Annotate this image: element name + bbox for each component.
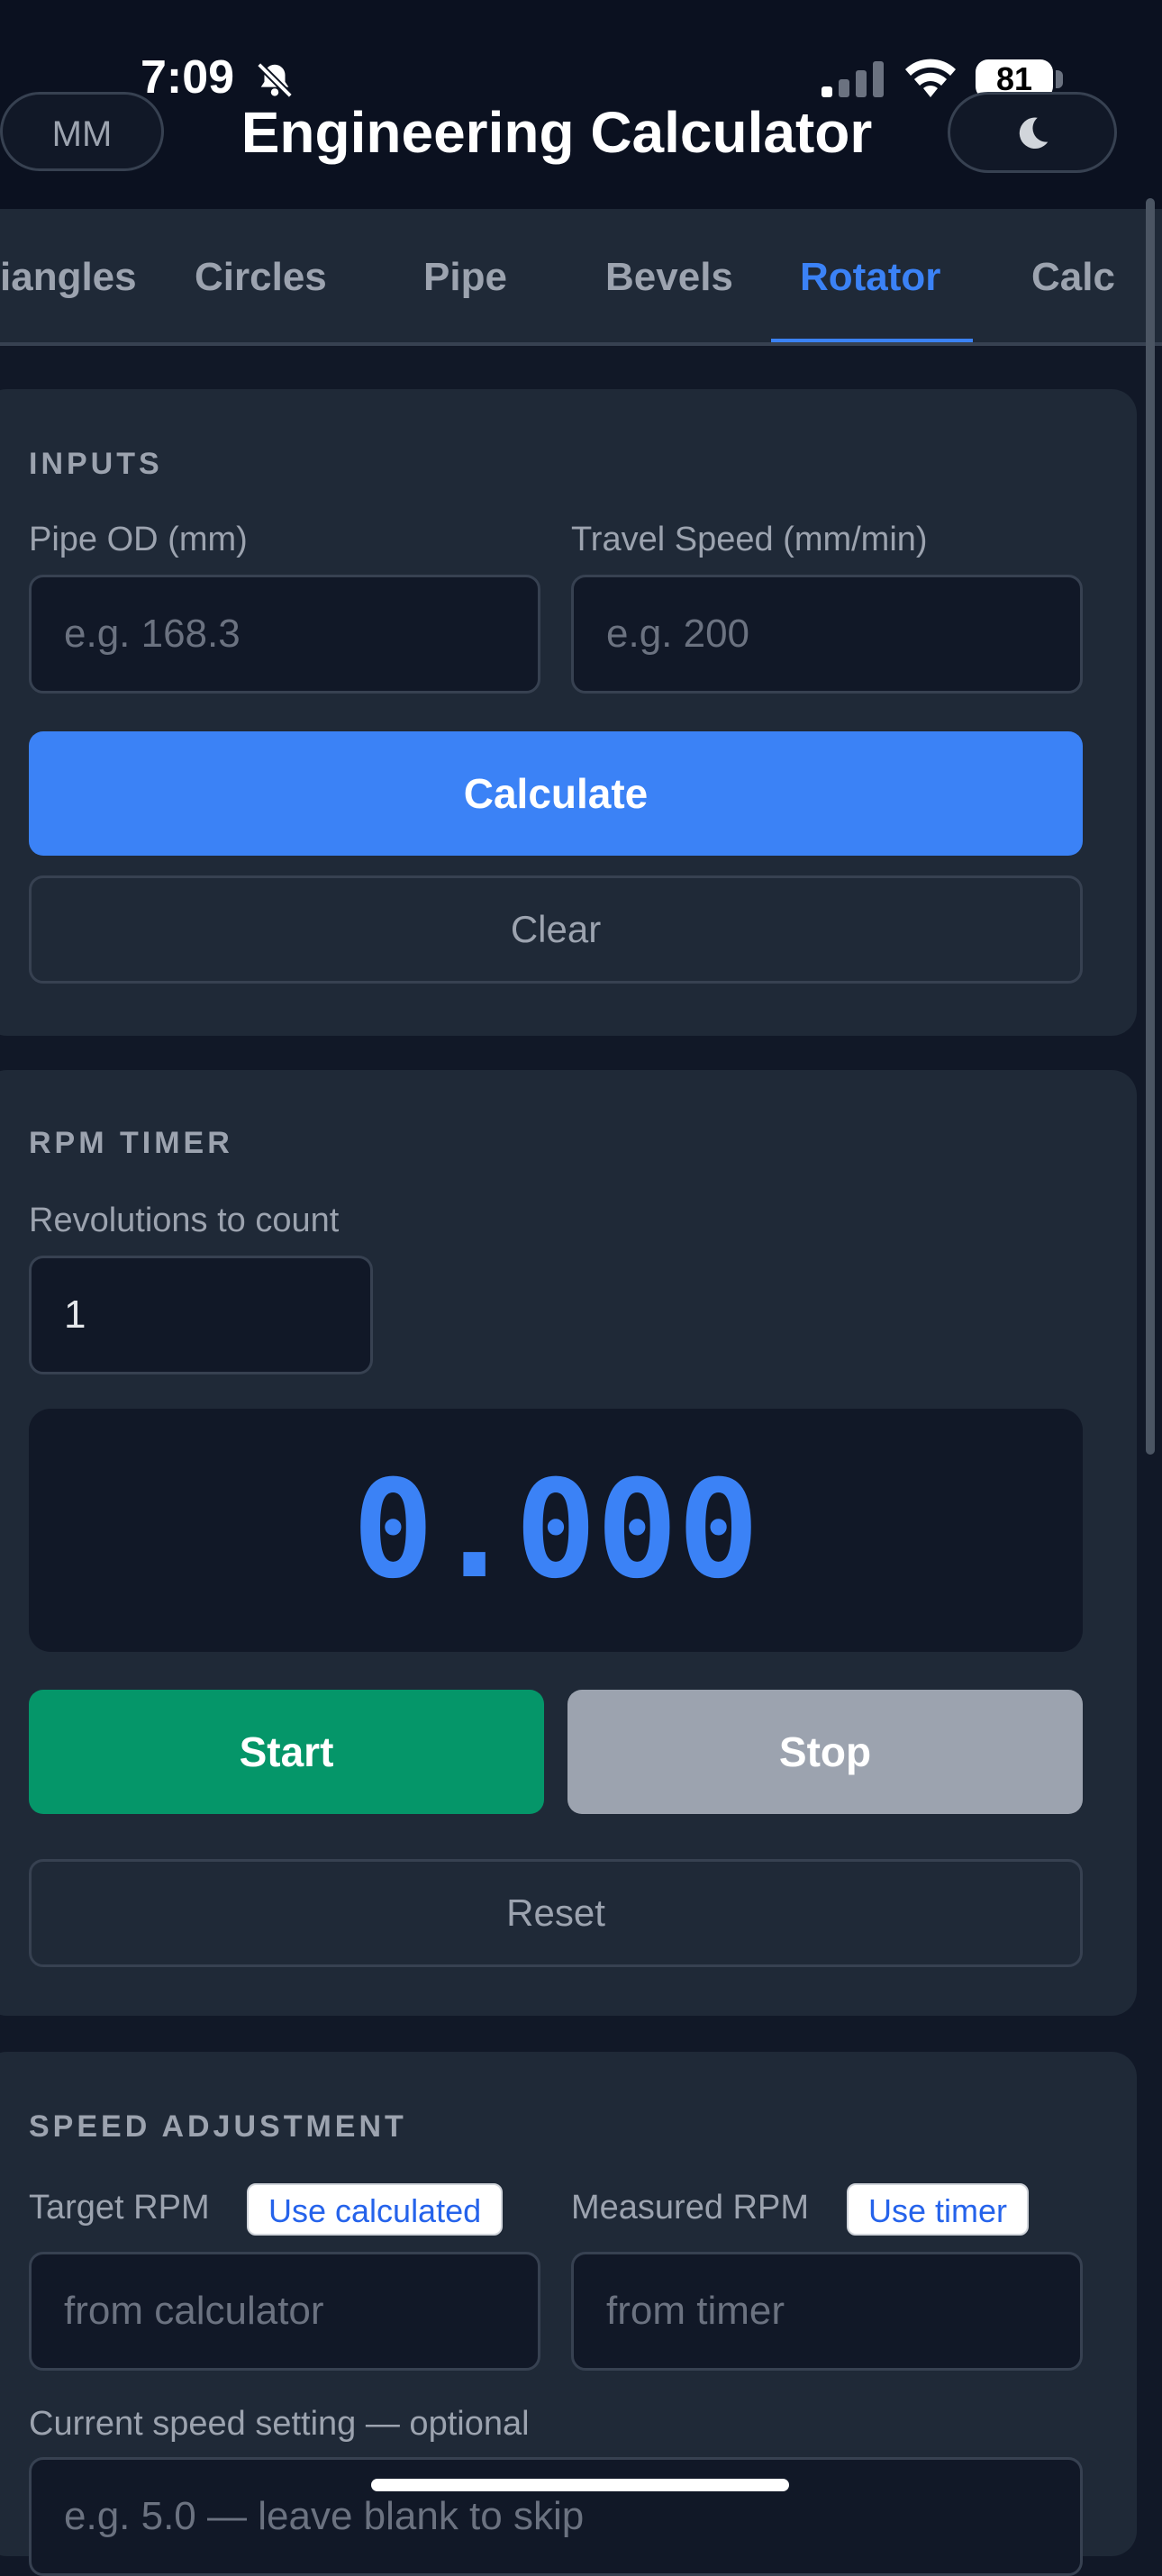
inputs-section-title: INPUTS (29, 447, 163, 481)
status-time: 7:09 (141, 51, 235, 104)
tab-rotator[interactable]: Rotator (800, 209, 940, 342)
travel-speed-input[interactable] (571, 575, 1083, 694)
moon-icon (1019, 117, 1049, 150)
tab-pipe[interactable]: Pipe (423, 209, 507, 342)
stop-button[interactable]: Stop (567, 1690, 1083, 1814)
tab-circles[interactable]: Circles (195, 209, 327, 342)
tab-bar: iangles Circles Pipe Bevels Rotator Calc (0, 209, 1162, 346)
reset-button[interactable]: Reset (29, 1859, 1083, 1967)
tab-bevels[interactable]: Bevels (605, 209, 733, 342)
timer-display: 0.000 (29, 1409, 1083, 1652)
home-indicator[interactable] (371, 2479, 789, 2491)
rpm-timer-section-title: RPM TIMER (29, 1126, 233, 1160)
revolutions-input[interactable] (29, 1256, 373, 1374)
page-title: Engineering Calculator (241, 100, 873, 165)
signal-icon (822, 61, 884, 97)
bell-slash-icon (257, 62, 293, 98)
use-timer-button[interactable]: Use timer (847, 2183, 1030, 2236)
calculate-button[interactable]: Calculate (29, 731, 1083, 856)
travel-speed-label: Travel Speed (mm/min) (571, 521, 928, 558)
revolutions-label: Revolutions to count (29, 1202, 340, 1239)
page-scrollbar[interactable] (1146, 198, 1155, 1455)
use-calculated-button[interactable]: Use calculated (247, 2183, 504, 2236)
measured-rpm-label: Measured RPM (571, 2189, 809, 2227)
pipe-od-label: Pipe OD (mm) (29, 521, 248, 558)
measured-rpm-input[interactable] (571, 2252, 1083, 2371)
clear-button[interactable]: Clear (29, 875, 1083, 984)
rpm-timer-card: RPM TIMER Revolutions to count 0.000 Sta… (0, 1070, 1137, 2016)
target-rpm-input[interactable] (29, 2252, 540, 2371)
theme-toggle-button[interactable] (948, 92, 1117, 173)
active-tab-indicator (771, 339, 973, 342)
pipe-od-input[interactable] (29, 575, 540, 694)
start-button[interactable]: Start (29, 1690, 544, 1814)
current-speed-input[interactable] (29, 2457, 1083, 2576)
tab-triangles[interactable]: iangles (0, 209, 137, 342)
app-header: 7:09 81 MM Engineering Calculator (0, 0, 1162, 209)
speed-adjustment-section-title: SPEED ADJUSTMENT (29, 2109, 407, 2144)
inputs-card: INPUTS Pipe OD (mm) Travel Speed (mm/min… (0, 389, 1137, 1036)
battery-tip (1056, 70, 1063, 88)
current-speed-label: Current speed setting — optional (29, 2405, 530, 2443)
target-rpm-label: Target RPM (29, 2189, 210, 2227)
wifi-icon (905, 59, 956, 97)
tab-calc[interactable]: Calc (1031, 209, 1115, 342)
